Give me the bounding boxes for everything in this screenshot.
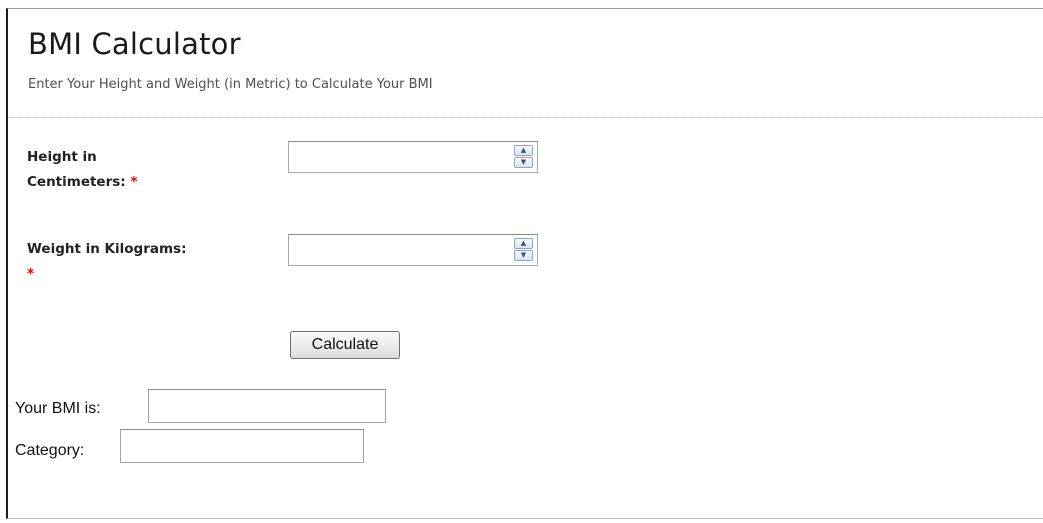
height-increment-button[interactable]: ▲ [514,145,533,156]
page-subtitle: Enter Your Height and Weight (in Metric)… [28,77,433,92]
height-spin-buttons: ▲ ▼ [514,145,533,169]
weight-increment-button[interactable]: ▲ [514,238,533,249]
category-result-label: Category: [15,442,85,459]
height-label-line1: Height in [27,149,97,165]
page-title: BMI Calculator [28,27,241,61]
chevron-down-icon: ▼ [520,251,527,259]
chevron-down-icon: ▼ [520,158,527,166]
weight-spin-buttons: ▲ ▼ [514,238,533,262]
height-input[interactable] [291,144,507,170]
height-field[interactable]: ▲ ▼ [288,141,538,173]
chevron-up-icon: ▲ [520,146,527,154]
weight-decrement-button[interactable]: ▼ [514,250,533,261]
weight-required-marker: * [27,266,35,282]
weight-label: Weight in Kilograms: * [27,237,277,287]
header-divider [8,117,1043,118]
bmi-result-label: Your BMI is: [15,400,101,417]
height-required-marker: * [130,174,138,190]
chevron-up-icon: ▲ [520,239,527,247]
height-decrement-button[interactable]: ▼ [514,157,533,168]
calculator-panel: BMI Calculator Enter Your Height and Wei… [6,8,1043,519]
weight-input[interactable] [291,237,507,263]
height-label-line2: Centimeters: [27,174,126,190]
category-result-field[interactable] [120,429,364,463]
height-label: Height in Centimeters: * [27,145,197,195]
bmi-result-field[interactable] [148,389,386,423]
weight-field[interactable]: ▲ ▼ [288,234,538,266]
calculate-button[interactable]: Calculate [290,331,400,359]
weight-label-text: Weight in Kilograms: [27,241,187,257]
